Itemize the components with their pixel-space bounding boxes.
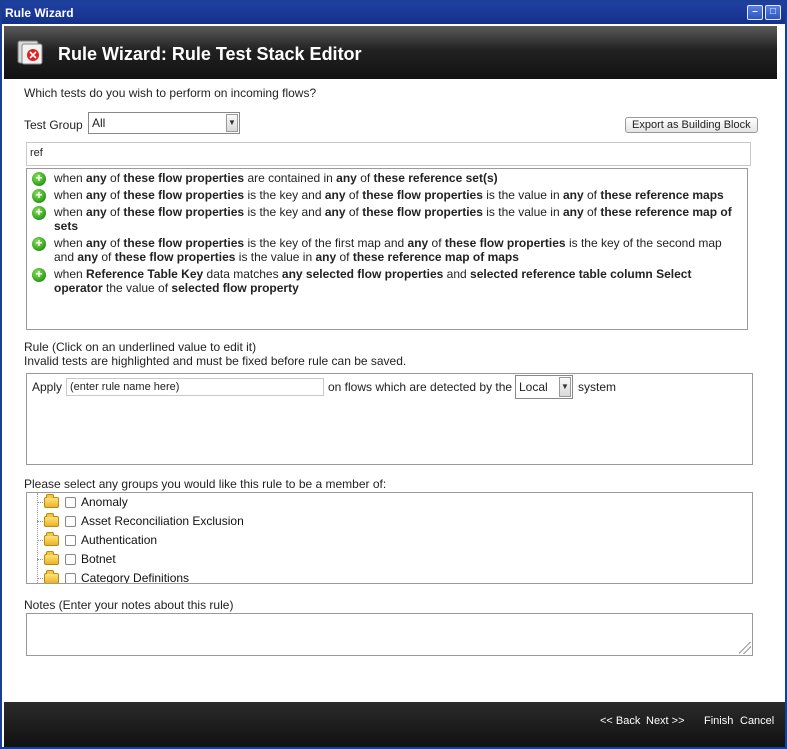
- wizard-header: Rule Wizard: Rule Test Stack Editor: [4, 26, 777, 79]
- group-checkbox[interactable]: [65, 497, 76, 508]
- window-titlebar: Rule Wizard – □: [2, 2, 785, 24]
- group-checkbox[interactable]: [65, 554, 76, 565]
- test-text: of: [356, 171, 374, 185]
- notes-heading: Notes (Enter your notes about this rule): [24, 598, 234, 612]
- maximize-icon[interactable]: □: [765, 5, 781, 20]
- folder-icon: [44, 532, 59, 546]
- folder-icon: [44, 551, 59, 565]
- folder-icon: [44, 513, 59, 527]
- group-checkbox[interactable]: [65, 516, 76, 527]
- test-item[interactable]: + when Reference Table Key data matches …: [27, 267, 747, 295]
- test-item[interactable]: + when any of these flow properties is t…: [27, 236, 747, 264]
- cancel-button[interactable]: Cancel: [740, 715, 774, 727]
- rule-wizard-window: Rule Wizard – □ Rule Wizard: Rule Test S…: [0, 0, 787, 749]
- group-checkbox[interactable]: [65, 535, 76, 546]
- group-label: Asset Reconciliation Exclusion: [81, 514, 244, 528]
- chevron-down-icon[interactable]: ▼: [226, 114, 238, 132]
- group-label: Authentication: [81, 533, 158, 547]
- group-label: Botnet: [81, 552, 116, 566]
- rule-validation-note: Invalid tests are highlighted and must b…: [24, 354, 407, 368]
- group-checkbox[interactable]: [65, 573, 76, 583]
- page-title: Rule Wizard: Rule Test Stack Editor: [58, 44, 362, 64]
- rule-wizard-icon: [17, 40, 43, 65]
- system-select[interactable]: Local ▼: [515, 375, 573, 399]
- next-button[interactable]: Next >>: [646, 715, 685, 727]
- groups-tree: Anomaly Asset Reconciliation Exclusion A…: [26, 492, 753, 584]
- test-item[interactable]: + when any of these flow properties are …: [27, 171, 747, 186]
- add-test-icon[interactable]: +: [32, 206, 46, 220]
- test-text: are contained in: [244, 171, 337, 185]
- rule-editor: Apply (enter rule name here) on flows wh…: [26, 373, 753, 465]
- group-item[interactable]: Anomaly: [27, 493, 752, 512]
- test-text: of: [106, 171, 124, 185]
- minimize-icon[interactable]: –: [747, 5, 763, 20]
- system-value: Local: [519, 380, 548, 394]
- export-building-block-button[interactable]: Export as Building Block: [625, 117, 758, 133]
- test-link: any: [86, 171, 107, 185]
- rule-middle-text: on flows which are detected by the: [328, 380, 513, 394]
- add-test-icon[interactable]: +: [32, 172, 46, 186]
- tests-question: Which tests do you wish to perform on in…: [24, 86, 317, 100]
- group-item[interactable]: Authentication: [27, 531, 752, 550]
- test-item[interactable]: + when any of these flow properties is t…: [27, 205, 747, 233]
- test-link: any: [336, 171, 357, 185]
- test-link: these flow properties: [123, 171, 245, 185]
- test-list: + when any of these flow properties are …: [26, 168, 748, 330]
- add-test-icon[interactable]: +: [32, 237, 46, 251]
- back-button[interactable]: << Back: [600, 715, 640, 727]
- finish-button[interactable]: Finish: [704, 715, 733, 727]
- wizard-footer: << Back Next >> Finish Cancel: [4, 702, 785, 747]
- folder-icon: [44, 494, 59, 508]
- test-filter-input[interactable]: ref: [26, 142, 751, 166]
- test-group-value: All: [92, 116, 106, 130]
- group-label: Category Definitions: [81, 571, 190, 584]
- folder-icon: [44, 570, 59, 583]
- add-test-icon[interactable]: +: [32, 189, 46, 203]
- window-controls: – □: [747, 5, 781, 20]
- groups-heading: Please select any groups you would like …: [24, 477, 387, 491]
- chevron-down-icon[interactable]: ▼: [559, 377, 571, 397]
- rule-heading: Rule (Click on an underlined value to ed…: [24, 340, 257, 354]
- test-link: these reference set(s): [373, 171, 498, 185]
- notes-textarea[interactable]: [26, 613, 753, 656]
- test-item[interactable]: + when any of these flow properties is t…: [27, 188, 747, 203]
- apply-label: Apply: [32, 380, 63, 394]
- resize-grip-icon[interactable]: [739, 642, 751, 654]
- group-item[interactable]: Category Definitions: [27, 569, 752, 584]
- group-item[interactable]: Botnet: [27, 550, 752, 569]
- system-label: system: [578, 380, 617, 394]
- add-test-icon[interactable]: +: [32, 268, 46, 282]
- group-item[interactable]: Asset Reconciliation Exclusion: [27, 512, 752, 531]
- group-label: Anomaly: [81, 495, 128, 509]
- window-title: Rule Wizard: [5, 6, 74, 20]
- test-group-label: Test Group: [24, 118, 83, 132]
- test-text: when: [54, 171, 87, 185]
- rule-name-input[interactable]: (enter rule name here): [66, 378, 324, 396]
- test-group-select[interactable]: All ▼: [88, 112, 240, 134]
